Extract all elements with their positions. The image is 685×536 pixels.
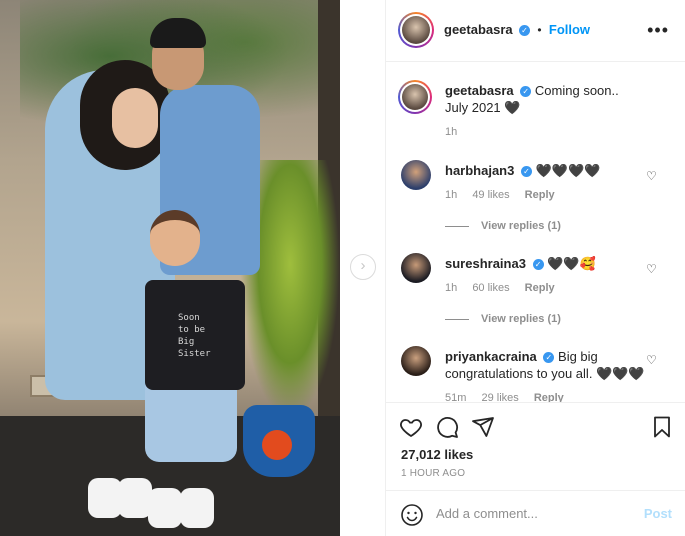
- post-comment-button[interactable]: Post: [644, 506, 672, 521]
- follow-button[interactable]: Follow: [549, 22, 590, 37]
- comments-list[interactable]: geetabasra ✓ Coming soon.. July 2021 🖤 1…: [386, 62, 685, 402]
- view-replies-button[interactable]: View replies (1): [445, 313, 561, 325]
- photo-woman-face: [112, 88, 158, 148]
- share-icon[interactable]: [471, 415, 495, 439]
- view-replies-label: View replies (1): [481, 220, 561, 232]
- verified-icon: ✓: [543, 352, 555, 364]
- verified-icon: ✓: [520, 86, 532, 98]
- verified-icon: ✓: [519, 25, 530, 37]
- verified-icon: ✓: [532, 259, 544, 271]
- like-icon[interactable]: [399, 415, 423, 439]
- author-avatar[interactable]: [398, 12, 434, 48]
- commenter-avatar[interactable]: [401, 253, 431, 283]
- verified-icon: ✓: [520, 166, 532, 178]
- comment-likes[interactable]: 60 likes: [472, 282, 509, 294]
- comment-input[interactable]: Add a comment...: [436, 506, 538, 521]
- comment-time[interactable]: 1h: [445, 282, 457, 294]
- likes-count[interactable]: 27,012 likes: [401, 447, 473, 462]
- comment-like-icon[interactable]: ♡: [646, 263, 658, 275]
- post-header: geetabasra ✓ • Follow •••: [386, 0, 685, 62]
- commenter-avatar[interactable]: [401, 160, 431, 190]
- comment-time[interactable]: 1h: [445, 189, 457, 201]
- author-username[interactable]: geetabasra: [444, 22, 513, 37]
- comment-likes[interactable]: 49 likes: [472, 189, 509, 201]
- post-time[interactable]: 1 HOUR AGO: [401, 468, 465, 479]
- commenter-username[interactable]: priyankacraina: [445, 349, 537, 364]
- header-separator: •: [537, 23, 542, 37]
- commenter-username[interactable]: harbhajan3: [445, 163, 514, 178]
- photo-shoes: [88, 478, 214, 528]
- commenter-avatar[interactable]: [401, 346, 431, 376]
- tshirt-text: Soon to be Big Sister: [178, 313, 211, 359]
- post-panel: geetabasra ✓ • Follow ••• geetabasra ✓ C…: [385, 0, 685, 536]
- comment-icon[interactable]: [435, 415, 459, 439]
- add-comment-bar: Add a comment... Post: [386, 490, 685, 536]
- caption-avatar[interactable]: [398, 80, 432, 114]
- reply-button[interactable]: Reply: [534, 392, 564, 402]
- emoji-icon[interactable]: [400, 503, 424, 527]
- comment-text: 🖤🖤🥰: [547, 256, 596, 271]
- photo-pot-flower: [262, 430, 292, 460]
- caption-username[interactable]: geetabasra: [445, 83, 514, 98]
- bookmark-icon[interactable]: [650, 415, 674, 439]
- caption-time[interactable]: 1h: [445, 126, 457, 138]
- next-image-button[interactable]: ›: [350, 254, 376, 280]
- view-replies-button[interactable]: View replies (1): [445, 220, 561, 232]
- comment-time[interactable]: 51m: [445, 392, 466, 402]
- post-photo[interactable]: Soon to be Big Sister: [0, 0, 340, 536]
- more-options-icon[interactable]: •••: [647, 20, 669, 41]
- reply-button[interactable]: Reply: [525, 282, 555, 294]
- comment-like-icon[interactable]: ♡: [646, 170, 658, 182]
- photo-girl-face: [150, 210, 200, 266]
- reply-button[interactable]: Reply: [525, 189, 555, 201]
- comment-like-icon[interactable]: ♡: [646, 354, 658, 366]
- comment-likes[interactable]: 29 likes: [481, 392, 518, 402]
- comment-text: 🖤🖤🖤🖤: [535, 163, 601, 178]
- commenter-username[interactable]: sureshraina3: [445, 256, 526, 271]
- post-actions: 27,012 likes 1 HOUR AGO: [386, 402, 685, 490]
- view-replies-label: View replies (1): [481, 313, 561, 325]
